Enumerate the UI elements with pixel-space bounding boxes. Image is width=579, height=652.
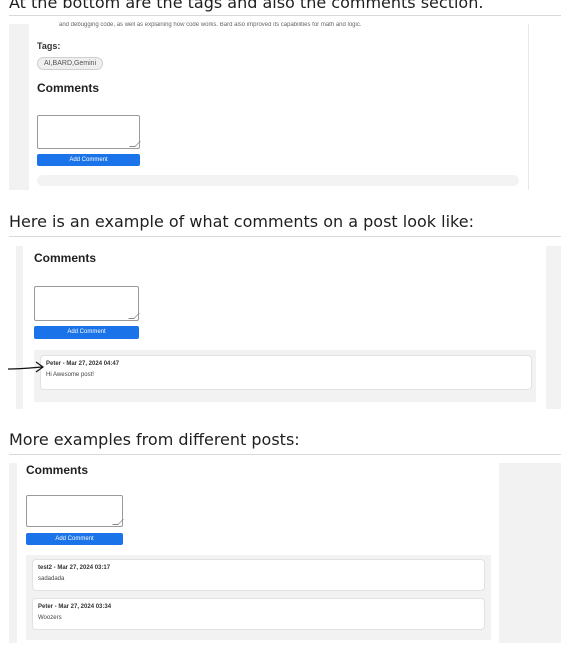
add-comment-button[interactable]: Add Comment xyxy=(37,154,140,166)
comments-title: Comments xyxy=(34,251,97,265)
right-gutter xyxy=(499,463,561,643)
tag-chip[interactable]: AI,BARD,Gemini xyxy=(37,57,104,70)
section3-heading: More examples from different posts: xyxy=(9,430,300,449)
add-comment-button[interactable]: Add Comment xyxy=(26,533,123,545)
comment-body: sadadada xyxy=(38,576,65,582)
screenshot-1: and debugging code, as well as explainin… xyxy=(9,22,530,190)
section2-heading: Here is an example of what comments on a… xyxy=(9,212,474,231)
screenshot-2: Comments Add Comment Peter - Mar 27, 202… xyxy=(16,246,561,409)
section2-rule xyxy=(9,236,561,237)
horizontal-scrollbar[interactable] xyxy=(37,175,519,186)
comments-list: test2 - Mar 27, 2024 03:17 sadadada Pete… xyxy=(26,555,491,640)
comment-textarea[interactable] xyxy=(34,286,139,321)
right-gutter xyxy=(546,246,561,409)
comments-title: Comments xyxy=(26,463,89,477)
comment-textarea[interactable] xyxy=(26,495,123,527)
tags-label: Tags: xyxy=(37,41,61,51)
section1-heading: At the bottom are the tags and also the … xyxy=(9,0,484,12)
comment-card: Peter - Mar 27, 2024 04:47 Hi Awesome po… xyxy=(40,355,532,390)
arrow-annotation xyxy=(7,361,45,373)
comment-card: test2 - Mar 27, 2024 03:17 sadadada xyxy=(32,559,485,591)
section3-rule xyxy=(9,454,561,455)
comment-textarea[interactable] xyxy=(37,115,140,149)
comment-body: Hi Awesome post! xyxy=(46,372,94,378)
right-border xyxy=(528,24,529,190)
comment-card: Peter - Mar 27, 2024 03:34 Woozers xyxy=(32,598,485,630)
left-gutter xyxy=(16,246,23,409)
section1-rule xyxy=(9,15,561,16)
comment-header: Peter - Mar 27, 2024 04:47 xyxy=(46,361,120,367)
comments-title: Comments xyxy=(37,81,100,95)
comment-header: Peter - Mar 27, 2024 03:34 xyxy=(38,604,112,610)
comment-body: Woozers xyxy=(38,615,62,621)
comments-list: Peter - Mar 27, 2024 04:47 Hi Awesome po… xyxy=(34,350,536,402)
left-gutter xyxy=(9,24,29,190)
add-comment-button[interactable]: Add Comment xyxy=(34,326,139,339)
screenshot-3: Comments Add Comment test2 - Mar 27, 202… xyxy=(9,463,561,643)
left-gutter xyxy=(9,463,17,643)
comment-header: test2 - Mar 27, 2024 03:17 xyxy=(38,565,111,571)
post-body-text: and debugging code, as well as explainin… xyxy=(59,22,362,28)
